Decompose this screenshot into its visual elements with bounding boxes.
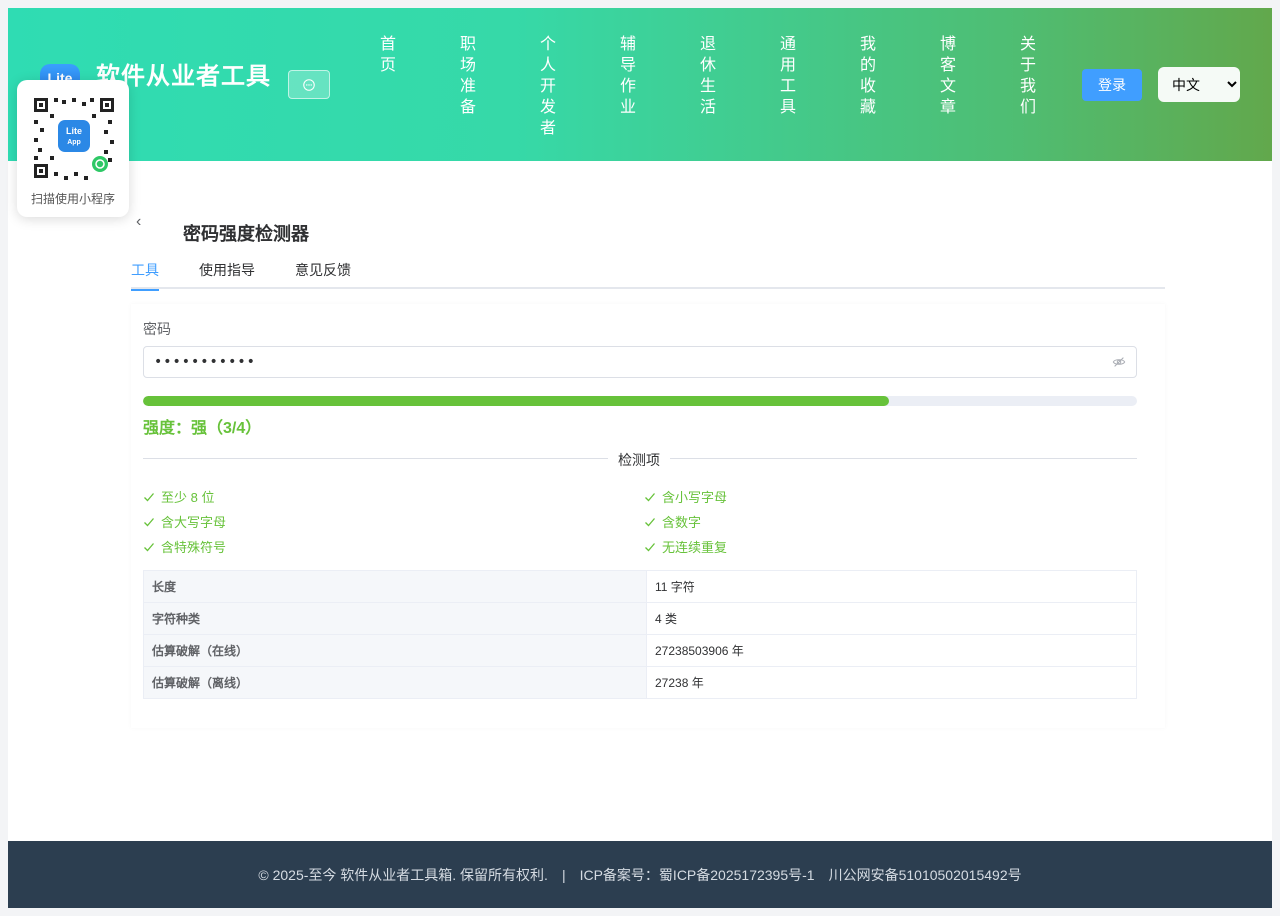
check-item: 含大写字母 — [143, 512, 226, 531]
nav-item-general-tools[interactable]: 通用工具 — [778, 34, 798, 118]
footer-police-link[interactable]: 川公网安备51010502015492号 — [829, 865, 1022, 885]
nav-item-blog[interactable]: 博客文章 — [938, 34, 958, 118]
nav-item-retirement[interactable]: 退休生活 — [698, 34, 718, 118]
password-field[interactable] — [143, 346, 1137, 378]
checkmark-icon — [144, 492, 154, 501]
login-button[interactable]: 登录 — [1082, 69, 1142, 101]
strength-bar-fill — [143, 396, 889, 406]
nav-item-about[interactable]: 关于我们 — [1018, 34, 1038, 118]
check-label: 含特殊符号 — [161, 540, 227, 555]
qr-logo-text: App — [67, 139, 81, 146]
footer-copyright: © 2025-至今 软件从业者工具箱. 保留所有权利. — [258, 866, 548, 883]
footer-separator: | — [561, 866, 566, 883]
check-item: 含数字 — [644, 512, 701, 531]
stat-value: 4 类 — [646, 602, 1137, 635]
table-row: 估算破解（在线） 27238503906 年 — [143, 634, 1137, 667]
nav-item-favorites[interactable]: 我的收藏 — [858, 34, 878, 118]
table-row: 字符种类 4 类 — [143, 602, 1137, 635]
stat-key: 估算破解（在线） — [143, 634, 647, 667]
check-label: 含大写字母 — [161, 515, 227, 530]
top-header: Lite 软件从业者工具 首页 职场准备 个人开发者 辅导作业 退休生活 通用工… — [8, 8, 1272, 161]
stat-value: 11 字符 — [646, 570, 1137, 603]
table-row: 估算破解（离线） 27238 年 — [143, 666, 1137, 699]
tab-tool[interactable]: 工具 — [131, 260, 159, 291]
language-select[interactable]: 中文 — [1158, 67, 1240, 102]
table-row: 长度 11 字符 — [143, 570, 1137, 603]
nav-item-career-prep[interactable]: 职场准备 — [458, 34, 478, 118]
checkmark-icon — [144, 517, 154, 526]
qr-label: 扫描使用小程序 — [30, 192, 115, 206]
check-item: 至少 8 位 — [143, 487, 214, 506]
footer: © 2025-至今 软件从业者工具箱. 保留所有权利. | ICP备案号：蜀IC… — [8, 841, 1272, 908]
stat-key: 估算破解（离线） — [143, 666, 647, 699]
footer-icp-link[interactable]: ICP备案号：蜀ICP备2025172395号-1 — [580, 865, 815, 885]
check-label: 含小写字母 — [662, 490, 728, 505]
checkmark-icon — [144, 542, 154, 551]
strength-bar — [143, 396, 1137, 406]
checkmark-icon — [645, 517, 655, 526]
page-title: 密码强度检测器 — [183, 224, 309, 244]
miniprogram-qr-card[interactable]: Lite App 扫描使用小程序 — [17, 80, 129, 217]
check-item: 含小写字母 — [644, 487, 727, 506]
qr-code-icon: Lite App — [28, 92, 120, 184]
stat-key: 长度 — [143, 570, 647, 603]
chat-button[interactable] — [288, 70, 330, 99]
check-label: 含数字 — [662, 515, 702, 530]
checkmark-icon — [645, 542, 655, 551]
section-title: 检测项 — [608, 450, 670, 470]
password-input[interactable] — [154, 347, 1094, 377]
check-item: 无连续重复 — [644, 537, 727, 556]
check-label: 无连续重复 — [662, 540, 728, 555]
tab-guide[interactable]: 使用指导 — [199, 260, 255, 289]
check-label: 至少 8 位 — [161, 490, 215, 505]
stats-table: 长度 11 字符 字符种类 4 类 估算破解（在线） 27238503906 年… — [143, 570, 1137, 699]
back-chevron-icon[interactable]: ‹ — [136, 214, 152, 230]
page: Lite 软件从业者工具 首页 职场准备 个人开发者 辅导作业 退休生活 通用工… — [8, 8, 1272, 908]
password-label: 密码 — [143, 321, 171, 337]
check-item: 含特殊符号 — [143, 537, 226, 556]
chat-bubble-icon — [303, 78, 315, 91]
strength-text: 强度：强（3/4） — [143, 420, 262, 437]
stat-value: 27238503906 年 — [646, 634, 1137, 667]
stat-value: 27238 年 — [646, 666, 1137, 699]
checkmark-icon — [645, 492, 655, 501]
nav-item-homework[interactable]: 辅导作业 — [618, 34, 638, 118]
nav-item-home[interactable]: 首页 — [378, 34, 398, 76]
tab-feedback[interactable]: 意见反馈 — [295, 260, 351, 289]
nav-item-indie-dev[interactable]: 个人开发者 — [538, 34, 558, 139]
stat-key: 字符种类 — [143, 602, 647, 635]
eye-slash-icon[interactable] — [1112, 355, 1126, 369]
qr-logo-text: Lite — [66, 126, 82, 136]
tab-bar: 工具 使用指导 意见反馈 — [131, 260, 1165, 291]
